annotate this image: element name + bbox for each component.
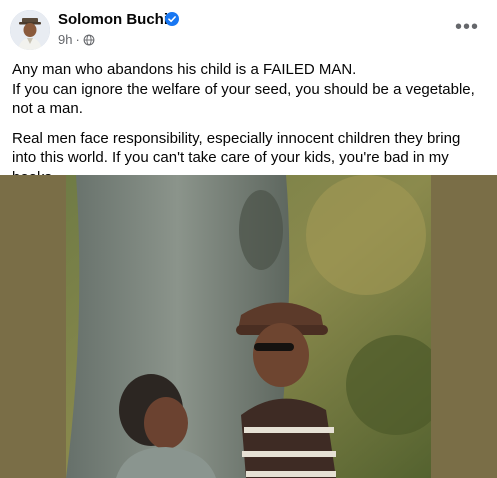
more-options-icon[interactable]: •••: [455, 16, 479, 39]
avatar-illustration: [10, 10, 50, 50]
post-time[interactable]: 9h: [58, 32, 72, 47]
author-name[interactable]: Solomon Buchi: [58, 11, 168, 28]
meta-separator: ·: [75, 32, 80, 47]
post-photo-container[interactable]: [0, 175, 497, 478]
post-line-2: If you can ignore the welfare of your se…: [12, 80, 475, 118]
post-photo: [66, 175, 431, 478]
post-meta: 9h ·: [58, 32, 95, 47]
post-line-1: Any man who abandons his child is a FAIL…: [12, 61, 357, 78]
post-paragraph-1: Any man who abandons his child is a FAIL…: [12, 60, 487, 119]
verified-badge-icon: [165, 12, 179, 26]
post-header: Solomon Buchi 9h · •••: [0, 0, 497, 54]
author-avatar[interactable]: [10, 10, 50, 50]
globe-icon[interactable]: [83, 34, 95, 46]
facebook-post: Solomon Buchi 9h · ••• Any man who aband…: [0, 0, 497, 478]
